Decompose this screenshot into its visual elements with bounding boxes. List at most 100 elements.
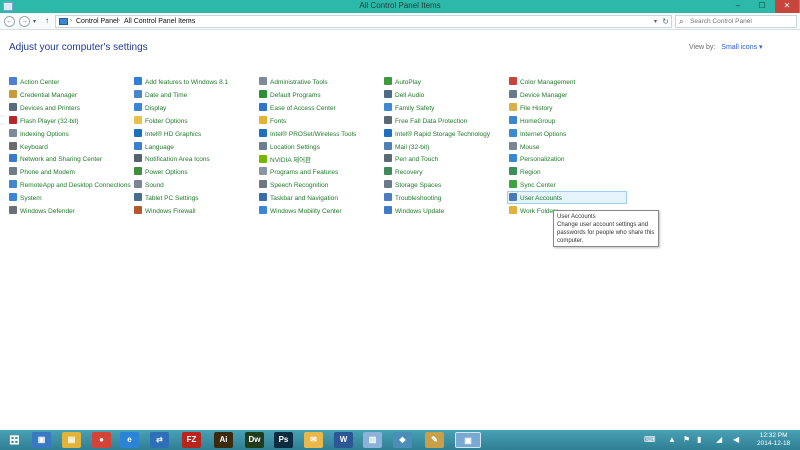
file-explorer-icon[interactable]: ▤ — [62, 432, 81, 448]
battery-icon[interactable]: ▮ — [697, 435, 701, 444]
control-panel-item-label: Phone and Modem — [20, 169, 75, 177]
control-panel-item[interactable]: Add features to Windows 8.1 — [134, 77, 228, 88]
control-panel-item-label: Mouse — [520, 143, 540, 151]
control-panel-item-label: Sound — [145, 182, 164, 190]
control-panel-item[interactable]: Default Programs — [259, 89, 321, 101]
word-icon[interactable]: W — [334, 432, 353, 448]
control-panel-item[interactable]: Color Management — [509, 77, 575, 88]
control-panel-item[interactable]: Mail (32-bit) — [384, 141, 430, 153]
control-panel-item[interactable]: Storage Spaces — [384, 180, 441, 191]
control-panel-item[interactable]: Phone and Modem — [9, 167, 75, 178]
control-panel-item[interactable]: Troubleshooting — [384, 193, 441, 204]
control-panel-item[interactable]: Display — [134, 102, 166, 114]
file-history-icon — [509, 102, 517, 111]
control-panel-item-label: Intel® PROSet/Wireless Tools — [270, 130, 357, 138]
control-panel-item[interactable]: Location Settings — [259, 141, 320, 153]
windows-icon — [134, 77, 142, 85]
dreamweaver-icon[interactable]: Dw — [245, 432, 264, 448]
control-panel-item[interactable]: Pen and Touch — [384, 154, 438, 165]
illustrator-icon[interactable]: Ai — [214, 432, 233, 448]
control-panel-item[interactable]: RemoteApp and Desktop Connections — [9, 180, 131, 191]
control-panel-item[interactable]: Dell Audio — [384, 89, 424, 101]
control-panel-item[interactable]: Fonts — [259, 115, 287, 127]
control-panel-pinned-icon[interactable]: ▣ — [32, 432, 51, 448]
app-icon[interactable]: ◆ — [393, 432, 412, 448]
control-panel-item[interactable]: Windows Defender — [9, 206, 75, 217]
control-panel-item[interactable]: Sound — [134, 180, 164, 191]
control-panel-item[interactable]: Taskbar and Navigation — [259, 193, 338, 204]
control-panel-item[interactable]: User Accounts — [507, 191, 627, 205]
control-panel-item[interactable]: Windows Update — [384, 206, 444, 217]
user-icon — [509, 193, 517, 202]
control-panel-item[interactable]: Power Options — [134, 167, 188, 178]
control-panel-item-label: Windows Firewall — [145, 208, 196, 215]
volume-icon[interactable]: ◀ — [733, 435, 739, 444]
control-panel-item-label: Mail (32-bit) — [395, 143, 430, 151]
flag-icon — [9, 77, 17, 85]
control-panel-item-label: Troubleshooting — [395, 195, 442, 203]
control-panel-item[interactable]: Flash Player (32-bit) — [9, 115, 79, 127]
start-button-icon[interactable]: ⊞ — [5, 432, 24, 448]
phone-icon — [9, 167, 17, 176]
control-panel-item[interactable]: Ease of Access Center — [259, 102, 336, 114]
control-panel-item[interactable]: Credential Manager — [9, 89, 77, 101]
control-panel-item[interactable]: Mouse — [509, 141, 540, 153]
control-panel-item-label: Ease of Access Center — [270, 104, 336, 112]
keyboard-icon[interactable]: ⌨ — [644, 435, 656, 444]
filezilla-icon[interactable]: FZ — [182, 432, 201, 448]
control-panel-item-label: Language — [145, 143, 174, 151]
control-panel-item-label: Indexing Options — [20, 130, 69, 138]
network-icon[interactable]: ◢ — [716, 435, 722, 444]
sticky-tool-icon[interactable]: ✎ — [425, 432, 444, 448]
control-panel-item[interactable]: Free Fall Data Protection — [384, 115, 467, 127]
control-panel-item[interactable]: NVIDIA 제어판 — [259, 154, 311, 165]
teamviewer-icon[interactable]: ⇄ — [150, 432, 169, 448]
control-panel-item[interactable]: Date and Time — [134, 89, 187, 101]
indexing-icon — [9, 128, 17, 137]
control-panel-active-icon[interactable]: ▣ — [455, 432, 481, 448]
control-panel-item[interactable]: Sync Center — [509, 180, 556, 191]
clock[interactable]: 12:32 PM 2014-12-18 — [757, 432, 790, 448]
chrome-icon[interactable]: ● — [92, 432, 111, 448]
control-panel-item[interactable]: Notification Area Icons — [134, 154, 210, 165]
control-panel-item[interactable]: Language — [134, 141, 174, 153]
action-center-flag-icon[interactable]: ⚑ — [683, 435, 690, 444]
control-panel-item[interactable]: Administrative Tools — [259, 77, 328, 88]
notepad-icon[interactable]: ▥ — [363, 432, 382, 448]
control-panel-item[interactable]: File History — [509, 102, 553, 114]
internet-explorer-icon[interactable]: e — [120, 432, 139, 448]
control-panel-item[interactable]: Recovery — [384, 167, 422, 178]
tooltip-text: Change user account settings and passwor… — [557, 222, 655, 244]
control-panel-item[interactable]: Intel® PROSet/Wireless Tools — [259, 128, 357, 140]
notification-icon — [134, 154, 142, 163]
control-panel-item[interactable]: AutoPlay — [384, 77, 421, 88]
control-panel-item[interactable]: Windows Firewall — [134, 206, 196, 217]
show-hidden-icons-icon[interactable]: ▲ — [668, 435, 676, 444]
taskbar: 12:32 PM 2014-12-18 ⊞ ▣ ▤ ● e ⇄ FZ Ai Dw Ps ✉ W ▥ ◆ ✎ ▣… — [0, 430, 800, 450]
control-panel-item[interactable]: Windows Mobility Center — [259, 206, 342, 217]
control-panel-item-label: Fonts — [270, 117, 287, 125]
control-panel-item[interactable]: Intel® HD Graphics — [134, 128, 201, 140]
photoshop-icon[interactable]: Ps — [274, 432, 293, 448]
control-panel-item[interactable]: Speech Recognition — [259, 180, 328, 191]
control-panel-item[interactable]: Intel® Rapid Storage Technology — [384, 128, 490, 140]
control-panel-item[interactable]: Personalization — [509, 154, 564, 165]
control-panel-item[interactable]: Indexing Options — [9, 128, 69, 140]
control-panel-item[interactable]: Folder Options — [134, 115, 188, 127]
control-panel-item[interactable]: Internet Options — [509, 128, 566, 140]
folder-app-icon[interactable]: ✉ — [304, 432, 323, 448]
control-panel-item[interactable]: Programs and Features — [259, 167, 338, 178]
control-panel-item[interactable]: Devices and Printers — [9, 102, 80, 114]
control-panel-item-label: Devices and Printers — [20, 104, 80, 112]
control-panel-item[interactable]: Action Center — [9, 77, 59, 88]
control-panel-item[interactable]: Device Manager — [509, 89, 567, 101]
control-panel-item[interactable]: Tablet PC Settings — [134, 193, 198, 204]
wireless-icon — [259, 128, 267, 137]
control-panel-item[interactable]: Network and Sharing Center — [9, 154, 102, 165]
control-panel-item[interactable]: System — [9, 193, 42, 204]
control-panel-item[interactable]: Keyboard — [9, 141, 48, 153]
control-panel-item[interactable]: HomeGroup — [509, 115, 555, 127]
control-panel-item[interactable]: Family Safety — [384, 102, 434, 114]
control-panel-item[interactable]: Region — [509, 167, 541, 178]
control-panel-item[interactable]: Work Folders — [509, 206, 559, 217]
